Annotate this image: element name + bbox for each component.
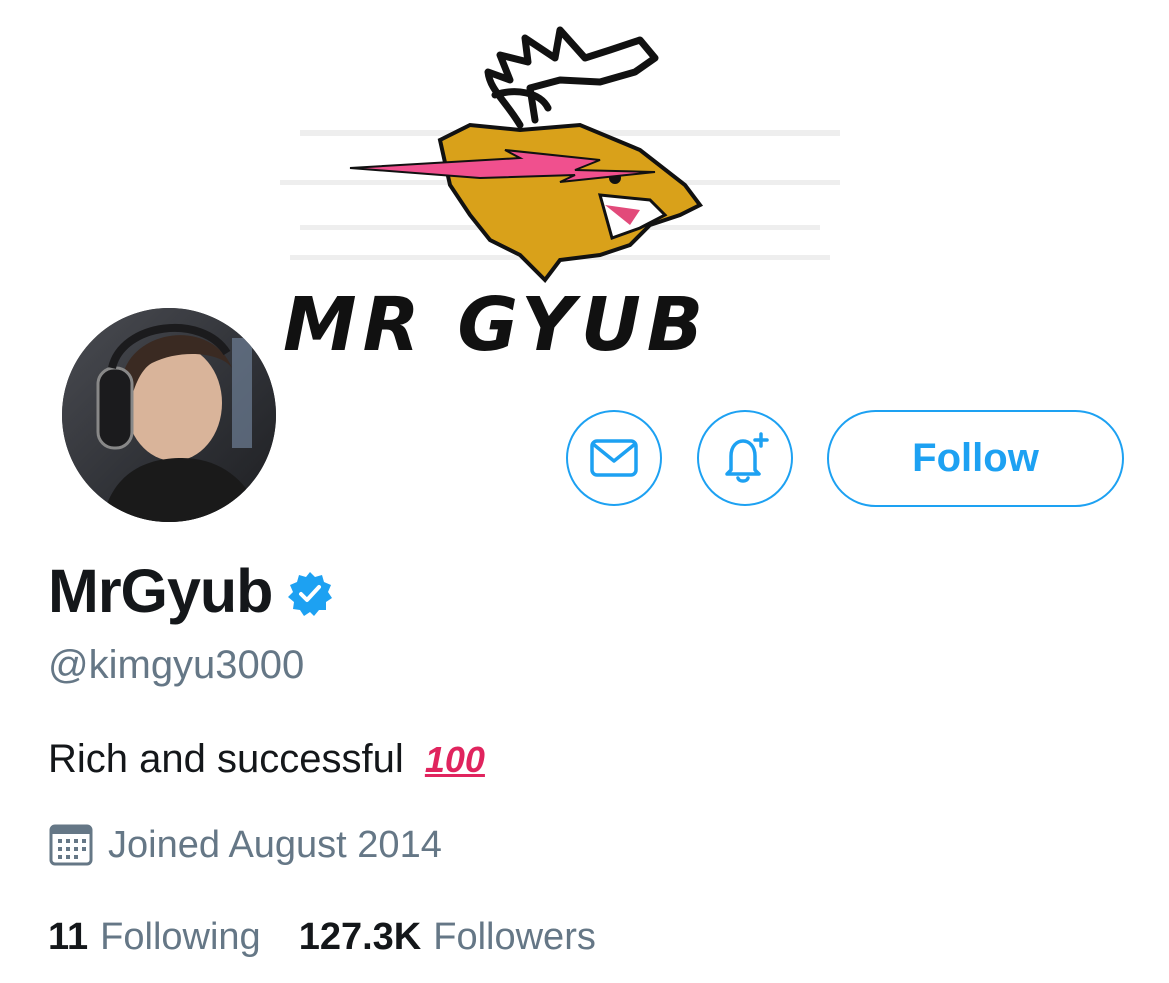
following-link[interactable]: 11 Following xyxy=(48,916,261,959)
bio: Rich and successful 100 xyxy=(48,737,485,782)
message-button[interactable] xyxy=(566,410,662,506)
handle: @kimgyu3000 xyxy=(48,643,305,687)
name-row: MrGyub xyxy=(48,556,334,626)
hundred-points-emoji: 100 xyxy=(424,739,485,780)
followers-count: 127.3K xyxy=(298,916,422,958)
envelope-icon xyxy=(590,439,638,477)
calendar-icon xyxy=(49,824,93,866)
avatar[interactable] xyxy=(58,304,280,526)
joined-date: Joined August 2014 xyxy=(108,823,442,866)
bell-plus-icon xyxy=(725,432,769,483)
followers-label: Followers xyxy=(433,916,596,958)
follow-button[interactable]: Follow xyxy=(827,410,1124,507)
follow-stats: 11 Following 127.3K Followers xyxy=(48,916,596,959)
notify-button[interactable] xyxy=(697,410,793,506)
followers-link[interactable]: 127.3K Followers xyxy=(299,916,596,959)
following-count: 11 xyxy=(48,916,89,958)
bio-text: Rich and successful xyxy=(48,737,404,781)
verified-badge-icon xyxy=(288,572,333,616)
following-label: Following xyxy=(100,916,261,958)
display-name: MrGyub xyxy=(48,557,273,625)
svg-text:MR GYUB: MR GYUB xyxy=(283,282,709,360)
joined-row: Joined August 2014 xyxy=(48,822,442,868)
